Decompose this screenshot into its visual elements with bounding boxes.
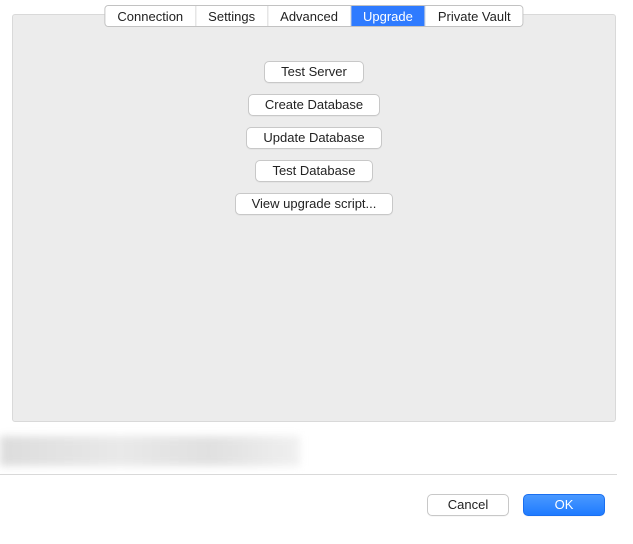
button-label: Update Database [263, 130, 364, 145]
upgrade-actions: Test Server Create Database Update Datab… [13, 61, 615, 215]
ok-button[interactable]: OK [523, 494, 605, 516]
divider [0, 474, 617, 475]
tab-connection[interactable]: Connection [105, 6, 196, 26]
button-label: Test Database [272, 163, 355, 178]
button-label: Cancel [448, 497, 488, 512]
redacted-region [0, 436, 300, 466]
button-label: OK [555, 497, 574, 512]
tab-label: Connection [117, 9, 183, 24]
dialog-footer: Cancel OK [427, 494, 605, 516]
button-label: View upgrade script... [252, 196, 377, 211]
view-upgrade-script-button[interactable]: View upgrade script... [235, 193, 394, 215]
tab-label: Upgrade [363, 9, 413, 24]
update-database-button[interactable]: Update Database [246, 127, 381, 149]
cancel-button[interactable]: Cancel [427, 494, 509, 516]
tab-label: Advanced [280, 9, 338, 24]
test-server-button[interactable]: Test Server [264, 61, 364, 83]
tab-private-vault[interactable]: Private Vault [426, 6, 523, 26]
create-database-button[interactable]: Create Database [248, 94, 380, 116]
tab-bar: Connection Settings Advanced Upgrade Pri… [104, 5, 523, 27]
content-pane: Connection Settings Advanced Upgrade Pri… [12, 14, 616, 422]
test-database-button[interactable]: Test Database [255, 160, 372, 182]
tab-label: Private Vault [438, 9, 511, 24]
dialog-window: Connection Settings Advanced Upgrade Pri… [0, 0, 633, 544]
tab-settings[interactable]: Settings [196, 6, 268, 26]
button-label: Create Database [265, 97, 363, 112]
tab-upgrade[interactable]: Upgrade [351, 6, 426, 26]
button-label: Test Server [281, 64, 347, 79]
tab-label: Settings [208, 9, 255, 24]
tab-advanced[interactable]: Advanced [268, 6, 351, 26]
